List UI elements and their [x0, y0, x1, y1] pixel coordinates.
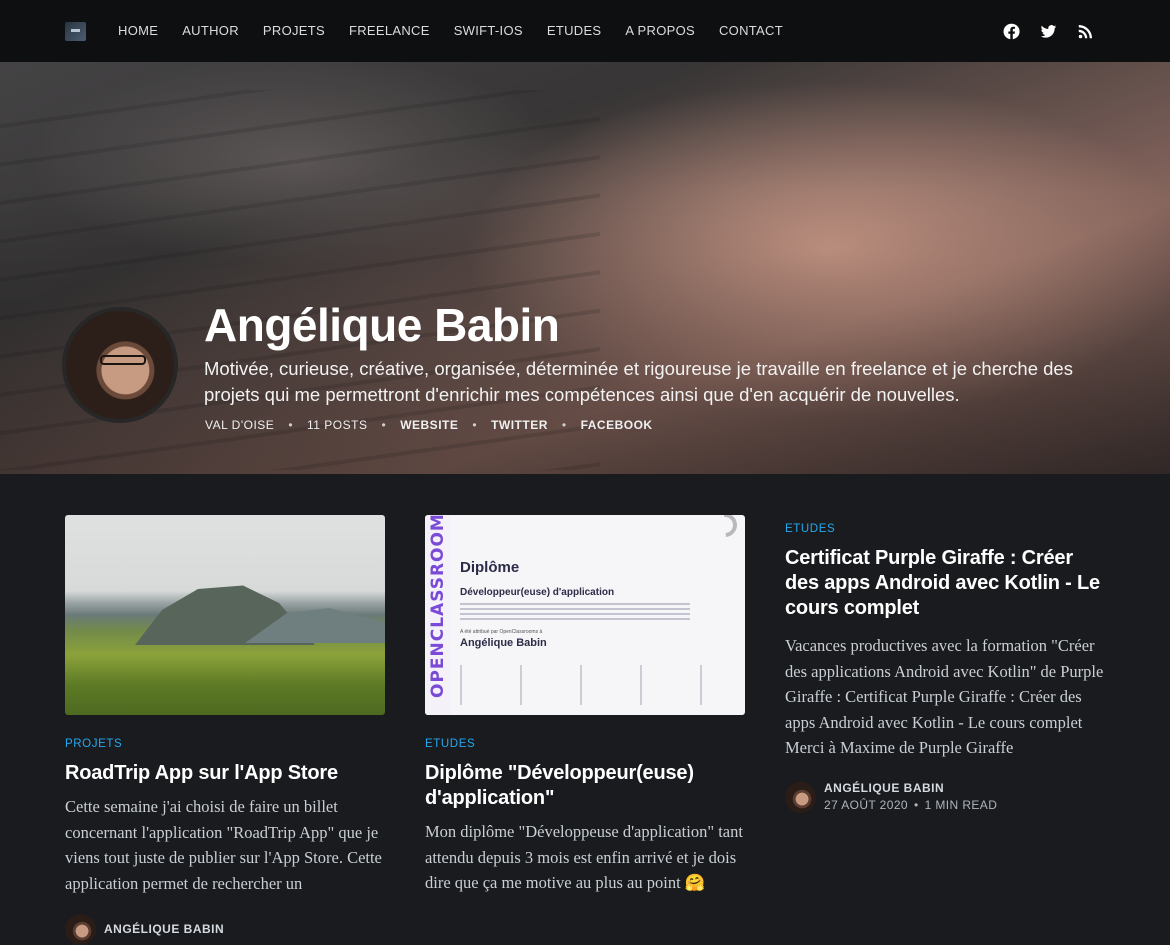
site-logo[interactable] — [65, 22, 86, 41]
author-post-count: 11 POSTS — [307, 418, 368, 432]
nav-item-projets[interactable]: PROJETS — [263, 23, 325, 39]
diploma-ring-icon — [708, 515, 742, 542]
diploma-attributed: A été attribué par OpenClassrooms à — [460, 629, 543, 635]
post-author: ANGÉLIQUE BABIN 27 AOÛT 2020 • 1 MIN READ — [785, 781, 1105, 814]
author-avatar — [62, 307, 178, 423]
nav-item-author[interactable]: AUTHOR — [182, 23, 239, 39]
meta-separator: • — [913, 797, 919, 812]
post-author-name[interactable]: ANGÉLIQUE BABIN — [824, 781, 997, 796]
social-links — [1003, 23, 1094, 40]
author-location: VAL D'OISE — [205, 418, 275, 432]
post-excerpt[interactable]: Cette semaine j'ai choisi de faire un bi… — [65, 794, 385, 896]
diploma-fine-print — [460, 603, 690, 621]
diploma-brand-text: OPENCLASSROOMS — [428, 515, 448, 698]
post-image[interactable] — [65, 515, 385, 715]
nav-item-etudes[interactable]: ETUDES — [547, 23, 602, 39]
post-excerpt[interactable]: Vacances productives avec la formation "… — [785, 633, 1105, 761]
author-website-link[interactable]: WEBSITE — [400, 418, 458, 432]
author-info: ANGÉLIQUE BABIN — [104, 922, 224, 937]
meta-separator: • — [288, 418, 294, 432]
author-meta: VAL D'OISE • 11 POSTS • WEBSITE • TWITTE… — [205, 418, 653, 432]
rss-icon[interactable] — [1077, 23, 1094, 40]
post-meta: 27 AOÛT 2020 • 1 MIN READ — [824, 796, 997, 814]
post-author-name[interactable]: ANGÉLIQUE BABIN — [104, 922, 224, 937]
nav-menu: HOME AUTHOR PROJETS FREELANCE SWIFT-IOS … — [118, 23, 807, 39]
post-tag[interactable]: ETUDES — [785, 522, 1105, 536]
diploma-recipient: Angélique Babin — [460, 637, 547, 649]
author-avatar-small[interactable] — [65, 914, 96, 945]
post-excerpt[interactable]: Mon diplôme "Développeuse d'application"… — [425, 819, 745, 896]
post-date: 27 AOÛT 2020 — [824, 797, 908, 812]
author-avatar-small[interactable] — [785, 781, 816, 813]
post-reading-time: 1 MIN READ — [924, 797, 998, 812]
post-card[interactable]: PROJETS RoadTrip App sur l'App Store Cet… — [65, 515, 385, 945]
author-name: Angélique Babin — [204, 299, 560, 351]
post-author: ANGÉLIQUE BABIN — [65, 914, 385, 945]
diploma-heading: Diplôme — [460, 559, 520, 576]
twitter-icon[interactable] — [1040, 23, 1057, 40]
meta-separator: • — [561, 418, 567, 432]
diploma-subheading: Développeur(euse) d'application — [460, 587, 615, 598]
post-title[interactable]: RoadTrip App sur l'App Store — [65, 761, 385, 786]
author-twitter-link[interactable]: TWITTER — [491, 418, 548, 432]
meta-separator: • — [472, 418, 478, 432]
post-feed: PROJETS RoadTrip App sur l'App Store Cet… — [0, 474, 1170, 945]
nav-item-freelance[interactable]: FREELANCE — [349, 23, 430, 39]
post-image[interactable]: OPENCLASSROOMS Diplôme Développeur(euse)… — [425, 515, 745, 715]
post-title[interactable]: Diplôme "Développeur(euse) d'application… — [425, 761, 745, 811]
post-tag[interactable]: PROJETS — [65, 737, 385, 751]
author-bio: Motivée, curieuse, créative, organisée, … — [204, 358, 1073, 405]
post-card[interactable]: ETUDES Certificat Purple Giraffe : Créer… — [785, 515, 1105, 814]
nav-item-swift-ios[interactable]: SWIFT-IOS — [454, 23, 523, 39]
diploma-signatures — [460, 665, 710, 705]
nav-item-contact[interactable]: CONTACT — [719, 23, 783, 39]
nav-item-home[interactable]: HOME — [118, 23, 158, 39]
meta-separator: • — [381, 418, 387, 432]
nav-item-a-propos[interactable]: A PROPOS — [625, 23, 695, 39]
author-facebook-link[interactable]: FACEBOOK — [581, 418, 653, 432]
avatar-glasses — [100, 355, 146, 365]
author-info: ANGÉLIQUE BABIN 27 AOÛT 2020 • 1 MIN READ — [824, 781, 997, 814]
facebook-icon[interactable] — [1003, 23, 1020, 40]
post-title[interactable]: Certificat Purple Giraffe : Créer des ap… — [785, 546, 1105, 621]
site-nav: HOME AUTHOR PROJETS FREELANCE SWIFT-IOS … — [0, 0, 1170, 62]
author-profile: Angélique Babin Motivée, curieuse, créat… — [0, 0, 1170, 474]
post-tag[interactable]: ETUDES — [425, 737, 745, 751]
post-card[interactable]: OPENCLASSROOMS Diplôme Développeur(euse)… — [425, 515, 745, 896]
